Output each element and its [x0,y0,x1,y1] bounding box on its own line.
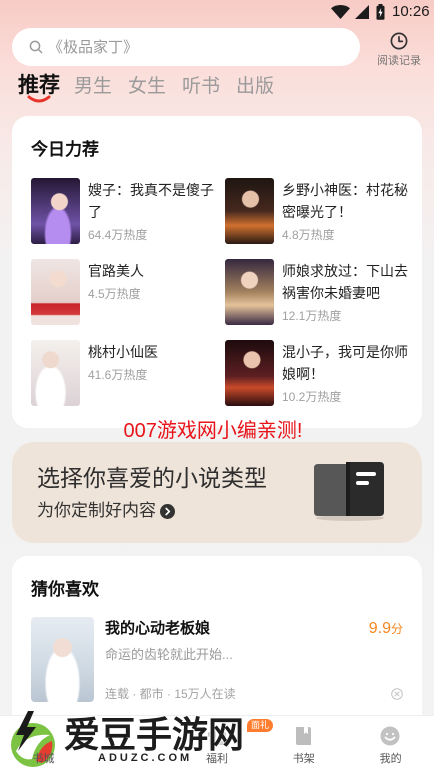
status-bar: 10:26 [0,0,434,24]
book-heat: 4.8万热度 [282,228,335,242]
bookshelf-icon [296,727,312,745]
book-heat: 10.2万热度 [282,390,342,404]
book-meta: 连载 · 都市 · 15万人在读 [105,687,236,701]
search-bar[interactable] [12,28,360,66]
book-cover [225,178,274,244]
book-heat: 64.4万热度 [88,228,148,242]
nav-label: 书城 [32,753,55,765]
today-pick-title: 今日力荐 [31,140,99,159]
book-title: 官路美人 [88,263,144,279]
battery-icon [376,4,385,20]
nav-label: 书架 [292,753,315,765]
book-title: 师娘求放过：下山去祸害你未婚妻吧 [282,263,408,301]
book-item[interactable]: 嫂子：我真不是傻子了 64.4万热度 [31,178,221,244]
guess-title: 猜你喜欢 [31,580,99,599]
book-title: 我的心动老板娘 [105,620,211,637]
reading-history-label: 阅读记录 [377,55,421,67]
close-icon[interactable] [391,688,403,700]
welfare-badge: 面礼 [247,719,274,732]
book-cover [225,340,274,406]
watermark-domain: ADUZC.COM [98,752,193,764]
book-cover [31,259,80,325]
clock-icon [390,32,408,50]
search-input[interactable] [48,28,348,66]
nav-label: 我的 [379,753,402,765]
status-time: 10:26 [392,3,430,20]
arrow-right-circle-icon [160,504,175,519]
score-unit: 分 [390,622,403,636]
book-title: 嫂子：我真不是傻子了 [88,182,214,220]
wifi-icon [331,5,350,19]
nav-item-profile[interactable]: 我的 [347,716,434,771]
open-book-icon [314,462,384,521]
tab-male[interactable]: 男生 [74,73,112,101]
book-heat: 12.1万热度 [282,309,342,323]
tab-published[interactable]: 出版 [236,73,274,101]
banner-subtitle: 为你定制好内容 [37,501,156,520]
book-heat: 4.5万热度 [88,287,141,301]
book-item[interactable]: 官路美人 4.5万热度 [31,259,221,325]
tab-female[interactable]: 女生 [128,73,166,101]
book-score: 9.9分 [369,619,403,639]
promo-note: 007游戏网小编亲测! [123,420,303,442]
book-item[interactable]: 桃村小仙医 41.6万热度 [31,340,221,406]
book-cover [31,178,80,244]
book-item[interactable]: 师娘求放过：下山去祸害你未婚妻吧 12.1万热度 [225,259,415,325]
today-pick-card: 今日力荐 嫂子：我真不是傻子了 64.4万热度 乡野小神医：村花秘密曝光了！ 4… [12,116,422,428]
book-cover [31,617,94,702]
tab-active-indicator [27,95,51,103]
book-title: 乡野小神医：村花秘密曝光了！ [282,182,408,220]
search-icon [29,40,43,54]
tab-audiobook[interactable]: 听书 [182,73,220,101]
nav-item-bookshelf[interactable]: 书架 [260,716,347,771]
book-title: 混小子，我可是你师娘啊！ [282,344,408,382]
book-heat: 41.6万热度 [88,368,148,382]
banner-title: 选择你喜爱的小说类型 [37,465,267,491]
book-cover [225,259,274,325]
reading-history-button[interactable]: 阅读记录 [377,30,421,68]
score-value: 9.9 [368,620,391,637]
book-description: 命运的齿轮就此开始... [105,647,233,662]
genre-preference-banner[interactable]: 选择你喜爱的小说类型 为你定制好内容 [12,442,422,543]
signal-icon [355,5,369,19]
book-title: 桃村小仙医 [88,344,158,360]
watermark-name: 爱豆手游网 [64,714,245,755]
book-item[interactable]: 混小子，我可是你师娘啊！ 10.2万热度 [225,340,415,406]
book-cover [31,340,80,406]
profile-icon [380,726,400,746]
book-item[interactable]: 乡野小神医：村花秘密曝光了！ 4.8万热度 [225,178,415,244]
